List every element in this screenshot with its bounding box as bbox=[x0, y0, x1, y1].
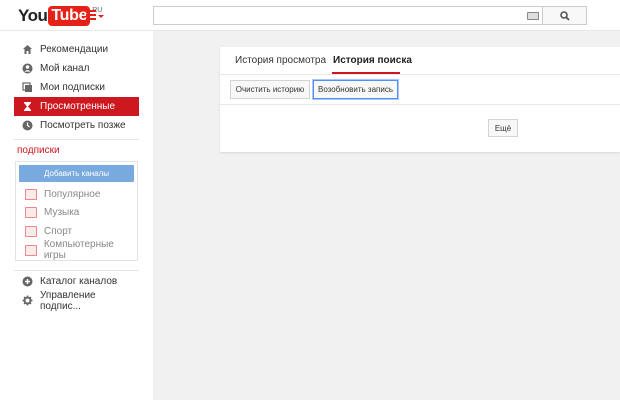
plus-circle-icon bbox=[22, 276, 33, 287]
sidebar-item-label: Мой канал bbox=[40, 63, 90, 74]
popular-icon bbox=[25, 188, 37, 200]
top-bar: You Tube RU bbox=[0, 0, 620, 31]
headphones-icon bbox=[25, 206, 37, 218]
menu-icon-bar bbox=[86, 14, 96, 16]
subscription-item-music[interactable]: Музыка bbox=[25, 204, 79, 220]
sidebar-item-channel-catalog[interactable]: Каталог каналов bbox=[14, 272, 139, 291]
subscription-item-sport[interactable]: Спорт bbox=[25, 223, 72, 239]
more-button[interactable]: Ещё bbox=[488, 119, 518, 137]
sidebar-item-manage-subscriptions[interactable]: Управление подпис... bbox=[14, 289, 139, 312]
subscriptions-heading: подписки bbox=[17, 145, 60, 156]
caret-down-icon bbox=[98, 15, 104, 18]
subscription-label: Компьютерные игры bbox=[43, 239, 114, 261]
user-icon bbox=[22, 63, 33, 74]
sidebar-item-my-channel[interactable]: Мой канал bbox=[14, 59, 139, 78]
clock-icon bbox=[22, 120, 33, 131]
subscription-label: Популярное bbox=[44, 188, 101, 200]
subscription-label: Музыка bbox=[44, 206, 80, 218]
gamepad-icon bbox=[25, 244, 37, 256]
keyboard-icon[interactable] bbox=[527, 12, 539, 20]
logo-you-text: You bbox=[18, 6, 48, 25]
subscriptions-box: Добавить каналы Популярное Музыка Спорт … bbox=[15, 161, 138, 261]
content-divider bbox=[220, 104, 620, 105]
guide-menu-button[interactable] bbox=[86, 10, 104, 22]
resume-recording-button[interactable]: Возобновить запись bbox=[313, 80, 398, 99]
sidebar-item-label: Просмотренные bbox=[40, 101, 116, 112]
sidebar-item-label: Посмотреть позже bbox=[40, 120, 126, 131]
sidebar-item-label: Рекомендации bbox=[40, 44, 109, 55]
sidebar-item-label: Управление подпис... bbox=[40, 289, 96, 312]
menu-icon-bar bbox=[86, 18, 96, 20]
subscriptions-icon bbox=[22, 82, 33, 93]
sidebar-item-label: Каталог каналов bbox=[40, 276, 118, 287]
search-icon bbox=[560, 11, 570, 21]
sidebar: Рекомендации Мой канал Мои подписки Прос… bbox=[0, 31, 153, 400]
tab-watch-history[interactable]: История просмотра bbox=[235, 55, 326, 75]
tab-divider bbox=[220, 74, 620, 75]
history-card: История просмотра История поиска Очистит… bbox=[220, 47, 620, 152]
menu-icon bbox=[86, 10, 96, 12]
sidebar-item-label: Мои подписки bbox=[40, 82, 105, 93]
search-button[interactable] bbox=[543, 6, 587, 25]
subscription-item-popular[interactable]: Популярное bbox=[25, 186, 100, 202]
sidebar-divider bbox=[14, 139, 139, 140]
add-channels-button[interactable]: Добавить каналы bbox=[19, 165, 134, 182]
search-input[interactable] bbox=[153, 6, 543, 25]
sidebar-divider bbox=[14, 270, 139, 271]
sidebar-item-my-subscriptions[interactable]: Мои подписки bbox=[14, 78, 139, 97]
sidebar-item-history[interactable]: Просмотренные bbox=[14, 97, 139, 116]
subscription-label: Спорт bbox=[44, 225, 73, 237]
gear-icon bbox=[22, 295, 33, 306]
sidebar-item-watch-later[interactable]: Посмотреть позже bbox=[14, 116, 139, 135]
sidebar-item-recommendations[interactable]: Рекомендации bbox=[14, 40, 139, 59]
subscription-item-games[interactable]: Компьютерные игры bbox=[25, 239, 137, 261]
hourglass-icon bbox=[22, 101, 33, 112]
trophy-icon bbox=[25, 225, 37, 237]
home-icon bbox=[22, 44, 33, 55]
logo-tube-text: Tube bbox=[48, 6, 91, 26]
clear-history-button[interactable]: Очистить историю bbox=[230, 80, 310, 99]
